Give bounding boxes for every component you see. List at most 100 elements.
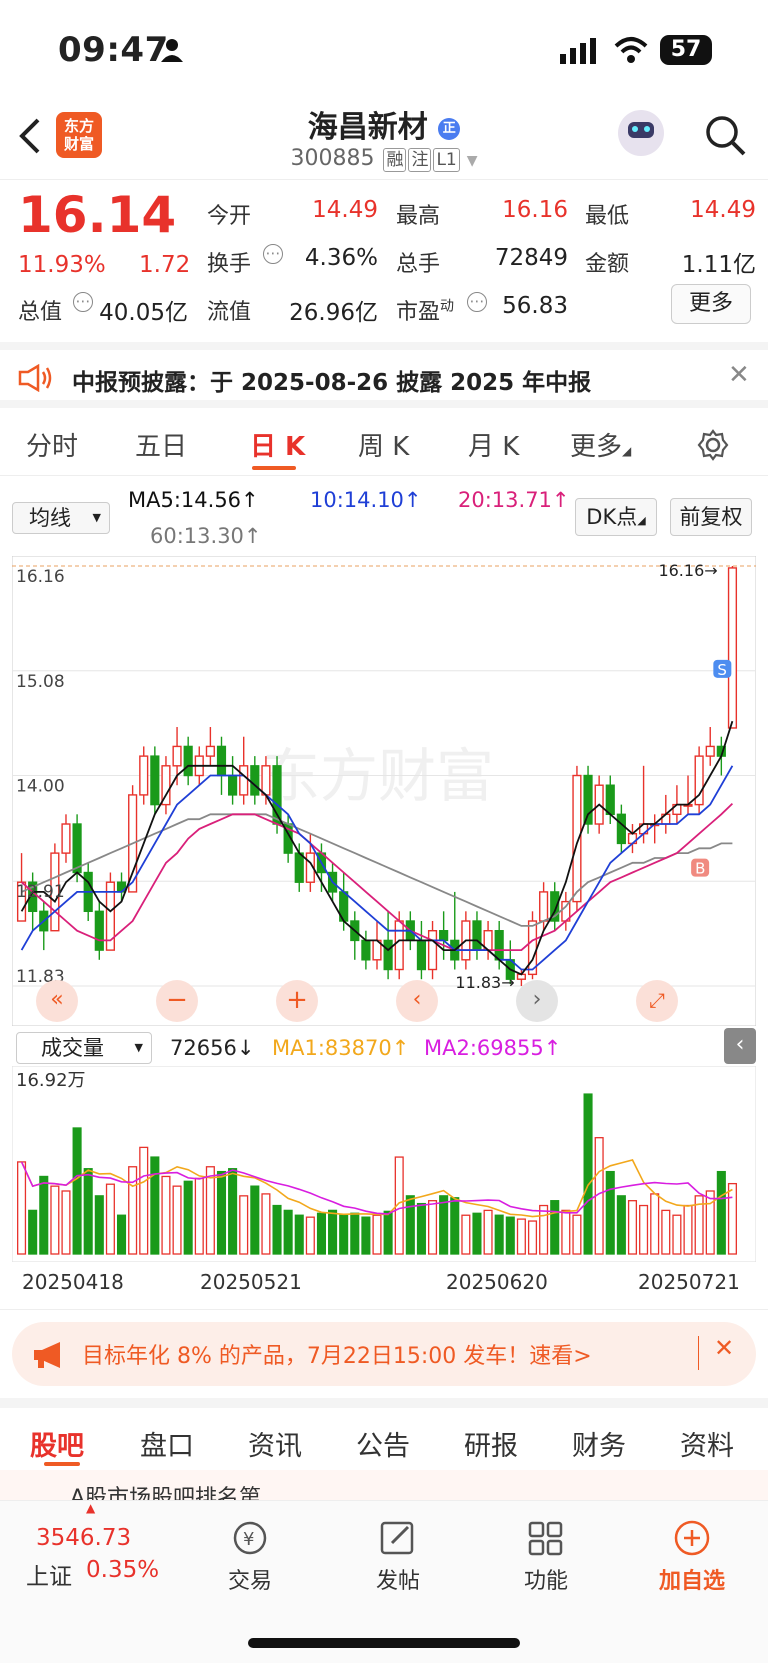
candle-body xyxy=(727,567,738,729)
volume-bar xyxy=(139,1146,149,1255)
y-tick-label: 15.08 xyxy=(16,672,65,692)
stock-header: 东方 财富 海昌新材 正 300885 融注 L1 ▼ xyxy=(0,100,768,180)
tab-research[interactable]: 研报 xyxy=(464,1424,518,1463)
zoom-out-button[interactable]: − xyxy=(156,980,198,1022)
volume-bar xyxy=(239,1195,249,1255)
notice-bar[interactable]: 中报预披露：于 2025-08-26 披露 2025 年中报 ✕ xyxy=(0,342,768,408)
volume-bar xyxy=(50,1185,60,1255)
last-price: 16.14 xyxy=(18,186,177,244)
close-icon[interactable]: ✕ xyxy=(728,360,750,390)
tab-five-day[interactable]: 五日 xyxy=(135,426,187,463)
index-name[interactable]: 上证 xyxy=(26,1557,72,1591)
tab-pankou[interactable]: 盘口 xyxy=(140,1424,194,1463)
volume-bar xyxy=(350,1212,360,1255)
volume-bar xyxy=(605,1170,615,1255)
gear-icon[interactable] xyxy=(696,428,730,462)
volume-selector[interactable]: 成交量 ▼ xyxy=(16,1032,152,1064)
info-icon[interactable]: ⋯ xyxy=(73,292,93,312)
chart-tabs: 分时 五日 日 K 周 K 月 K 更多◢ xyxy=(0,420,768,476)
tab-daily-k[interactable]: 日 K xyxy=(250,426,305,463)
watermark: 东方财富 xyxy=(262,744,494,809)
speaker-icon xyxy=(18,364,52,392)
volume-bar xyxy=(505,1216,515,1255)
megaphone-icon xyxy=(34,1342,60,1368)
post-button[interactable]: 发帖 xyxy=(348,1519,448,1595)
scroll-forward-button[interactable]: › xyxy=(516,980,558,1022)
battery-icon: 57 xyxy=(660,35,712,65)
dk-point-button[interactable]: DK点◢ xyxy=(575,498,657,536)
kline-chart[interactable]: 东方财富 16.1615.0814.0012.9111.8316.16→11.8… xyxy=(12,556,756,1026)
candle-body xyxy=(361,939,371,961)
volume-bar xyxy=(194,1177,204,1255)
candle-body xyxy=(239,765,249,796)
volume-bar xyxy=(183,1180,193,1255)
volume-label: 总手 xyxy=(396,252,441,277)
active-tab-indicator xyxy=(44,1462,80,1466)
tab-profile[interactable]: 资料 xyxy=(680,1424,734,1463)
volume-bar xyxy=(283,1209,293,1255)
robot-assistant-icon[interactable] xyxy=(618,110,664,156)
tab-guba[interactable]: 股吧 xyxy=(30,1424,84,1463)
candle-body xyxy=(150,755,160,806)
volume-bar xyxy=(228,1168,238,1255)
grid-apps-icon xyxy=(528,1521,563,1556)
tab-finance[interactable]: 财务 xyxy=(572,1424,626,1463)
promo-banner[interactable]: 目标年化 8% 的产品，7月22日15:00 发车！速看> ✕ xyxy=(12,1322,756,1386)
volume-bar xyxy=(250,1185,260,1255)
candle-body xyxy=(616,813,626,845)
volume-bar xyxy=(472,1212,482,1255)
tab-intraday[interactable]: 分时 xyxy=(26,426,78,463)
volume-bar xyxy=(83,1168,93,1255)
ma-selector[interactable]: 均线 ▼ xyxy=(12,502,110,534)
close-icon[interactable]: ✕ xyxy=(714,1334,734,1362)
info-icon[interactable]: ⋯ xyxy=(263,244,283,264)
tab-announcements[interactable]: 公告 xyxy=(356,1424,410,1463)
collapse-panel-button[interactable]: ‹ xyxy=(724,1028,756,1064)
search-icon[interactable] xyxy=(704,114,748,158)
float-value: 26.96亿 xyxy=(289,300,378,326)
fullscreen-icon[interactable]: ⤢ xyxy=(636,980,678,1022)
scroll-back-button[interactable]: ‹ xyxy=(396,980,438,1022)
person-icon xyxy=(161,39,183,62)
tab-news[interactable]: 资讯 xyxy=(248,1424,302,1463)
edit-icon xyxy=(380,1521,414,1555)
more-button[interactable]: 更多 xyxy=(671,284,751,324)
volume-bar xyxy=(572,1214,582,1255)
adjust-button[interactable]: 前复权 xyxy=(670,498,752,536)
volume-bar xyxy=(650,1193,660,1255)
volume-bar xyxy=(161,1175,171,1255)
pe-value: 56.83 xyxy=(502,293,568,319)
volume-bar xyxy=(483,1209,493,1255)
add-watchlist-button[interactable]: 加自选 xyxy=(642,1519,742,1595)
volume-chart[interactable]: 16.92万 xyxy=(12,1066,756,1262)
volume-bar xyxy=(372,1214,382,1255)
yen-exchange-icon: ¥ xyxy=(233,1521,267,1555)
index-value[interactable]: 3546.73 xyxy=(36,1525,131,1551)
scroll-left-button[interactable]: « xyxy=(36,980,78,1022)
volume-bar xyxy=(439,1195,449,1255)
verified-icon: 正 xyxy=(438,117,461,140)
trade-button[interactable]: ¥ 交易 xyxy=(200,1519,300,1595)
tab-monthly-k[interactable]: 月 K xyxy=(468,426,519,463)
candle-body xyxy=(605,784,615,816)
functions-button[interactable]: 功能 xyxy=(496,1519,596,1595)
low-marker: 11.83→ xyxy=(455,973,514,992)
zoom-in-button[interactable]: + xyxy=(276,980,318,1022)
volume-bar xyxy=(627,1200,638,1255)
index-pct[interactable]: 0.35% xyxy=(86,1557,159,1583)
candle-body xyxy=(416,939,427,971)
tab-weekly-k[interactable]: 周 K xyxy=(358,426,409,463)
date-tick: 20250418 xyxy=(22,1270,124,1294)
candle-body xyxy=(439,930,449,942)
volume-bar xyxy=(172,1185,182,1255)
volume-bar xyxy=(428,1200,438,1255)
volume-bar xyxy=(672,1214,682,1255)
ma20-label: 20:13.71↑ xyxy=(458,488,570,512)
buy-signal-label: B xyxy=(695,860,705,878)
candle-body xyxy=(494,930,504,961)
candle-body xyxy=(383,939,393,971)
candle-body xyxy=(183,745,193,777)
ma60-label: 60:13.30↑ xyxy=(150,524,262,548)
high-label: 最高 xyxy=(396,204,441,229)
candle-body xyxy=(261,765,271,796)
